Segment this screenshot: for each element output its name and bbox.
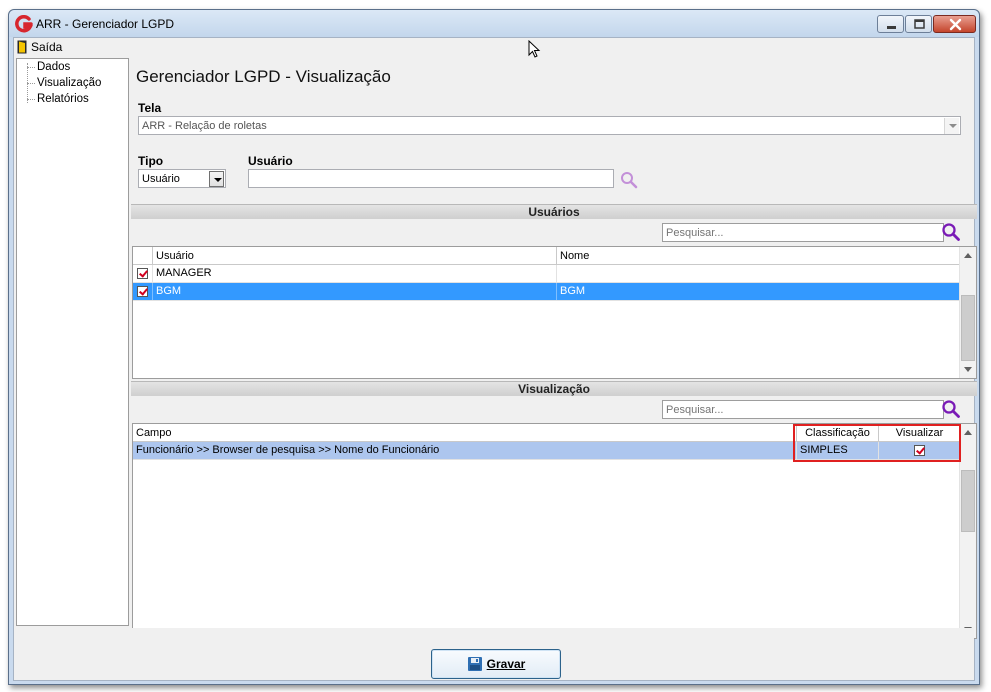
cell-usuario: MANAGER xyxy=(153,265,557,282)
page-title: Gerenciador LGPD - Visualização xyxy=(136,67,391,86)
scroll-down-icon[interactable] xyxy=(960,361,976,378)
screen-select-value: ARR - Relação de roletas xyxy=(142,120,267,132)
scrollbar-thumb[interactable] xyxy=(961,470,975,532)
row-checkbox[interactable] xyxy=(137,286,148,297)
chevron-down-icon[interactable] xyxy=(209,171,224,187)
close-button[interactable] xyxy=(933,15,976,33)
row-check-cell xyxy=(133,265,153,282)
maximize-button[interactable] xyxy=(905,15,932,33)
users-section-header: Usuários xyxy=(131,204,977,219)
users-search-box[interactable] xyxy=(662,223,944,242)
cell-nome xyxy=(557,265,961,282)
users-scrollbar[interactable] xyxy=(959,247,976,378)
column-header-usuario[interactable]: Usuário xyxy=(153,247,557,265)
row-check-cell xyxy=(133,283,153,300)
cell-usuario: BGM xyxy=(153,283,557,300)
users-grid-header: Usuário Nome xyxy=(133,247,961,265)
minimize-button[interactable] xyxy=(877,15,904,33)
app-window: ARR - Gerenciador LGPD Saída Dados Visua… xyxy=(8,9,980,685)
menu-exit[interactable]: Saída xyxy=(17,39,62,55)
view-search-input[interactable] xyxy=(663,401,943,418)
search-icon[interactable] xyxy=(941,222,961,242)
nav-tree: Dados Visualização Relatórios xyxy=(16,58,129,626)
search-icon[interactable] xyxy=(619,170,639,190)
save-button[interactable]: Gravar xyxy=(431,649,561,679)
table-row[interactable]: MANAGER xyxy=(133,265,961,283)
menu-bar: Saída xyxy=(14,38,974,56)
user-input[interactable] xyxy=(248,169,614,188)
nav-item-dados[interactable]: Dados xyxy=(25,60,70,75)
main-panel: Gerenciador LGPD - Visualização Tela ARR… xyxy=(130,58,977,639)
cell-nome: BGM xyxy=(557,283,961,300)
app-logo-icon xyxy=(15,15,33,33)
type-select-value: Usuário xyxy=(142,173,180,185)
exit-door-icon xyxy=(17,40,27,54)
screen-label: Tela xyxy=(138,101,162,115)
search-icon[interactable] xyxy=(941,399,961,419)
screen-select[interactable]: ARR - Relação de roletas xyxy=(138,116,961,135)
view-search-box[interactable] xyxy=(662,400,944,419)
client-area: Saída Dados Visualização Relatórios Gere… xyxy=(13,37,977,681)
nav-item-relatorios[interactable]: Relatórios xyxy=(25,92,89,107)
highlight-frame xyxy=(793,424,961,462)
view-scrollbar[interactable] xyxy=(959,424,976,638)
type-select[interactable]: Usuário xyxy=(138,169,226,188)
users-grid: Usuário Nome MANAGER BGM BGM xyxy=(132,246,977,379)
user-label: Usuário xyxy=(248,154,293,168)
column-header-nome[interactable]: Nome xyxy=(557,247,961,265)
cell-campo: Funcionário >> Browser de pesquisa >> No… xyxy=(133,442,797,459)
window-title: ARR - Gerenciador LGPD xyxy=(36,17,175,31)
nav-item-visualizacao[interactable]: Visualização xyxy=(25,76,101,91)
exit-label: Saída xyxy=(31,40,63,54)
column-header-campo[interactable]: Campo xyxy=(133,424,797,442)
table-row-selected[interactable]: BGM BGM xyxy=(133,283,961,301)
type-label: Tipo xyxy=(138,154,164,168)
row-checkbox[interactable] xyxy=(137,268,148,279)
users-search-input[interactable] xyxy=(663,224,943,241)
floppy-disk-icon xyxy=(467,657,482,671)
chevron-down-icon[interactable] xyxy=(944,118,959,134)
title-bar[interactable]: ARR - Gerenciador LGPD xyxy=(9,10,979,37)
mouse-pointer-icon xyxy=(528,40,541,58)
checkbox-column-header xyxy=(133,247,153,265)
scroll-up-icon[interactable] xyxy=(960,247,976,264)
save-label: Gravar xyxy=(486,657,526,671)
scrollbar-thumb[interactable] xyxy=(961,295,975,361)
bottom-bar: Gravar xyxy=(14,628,974,680)
scroll-up-icon[interactable] xyxy=(960,424,976,441)
view-section-header: Visualização xyxy=(131,381,977,396)
